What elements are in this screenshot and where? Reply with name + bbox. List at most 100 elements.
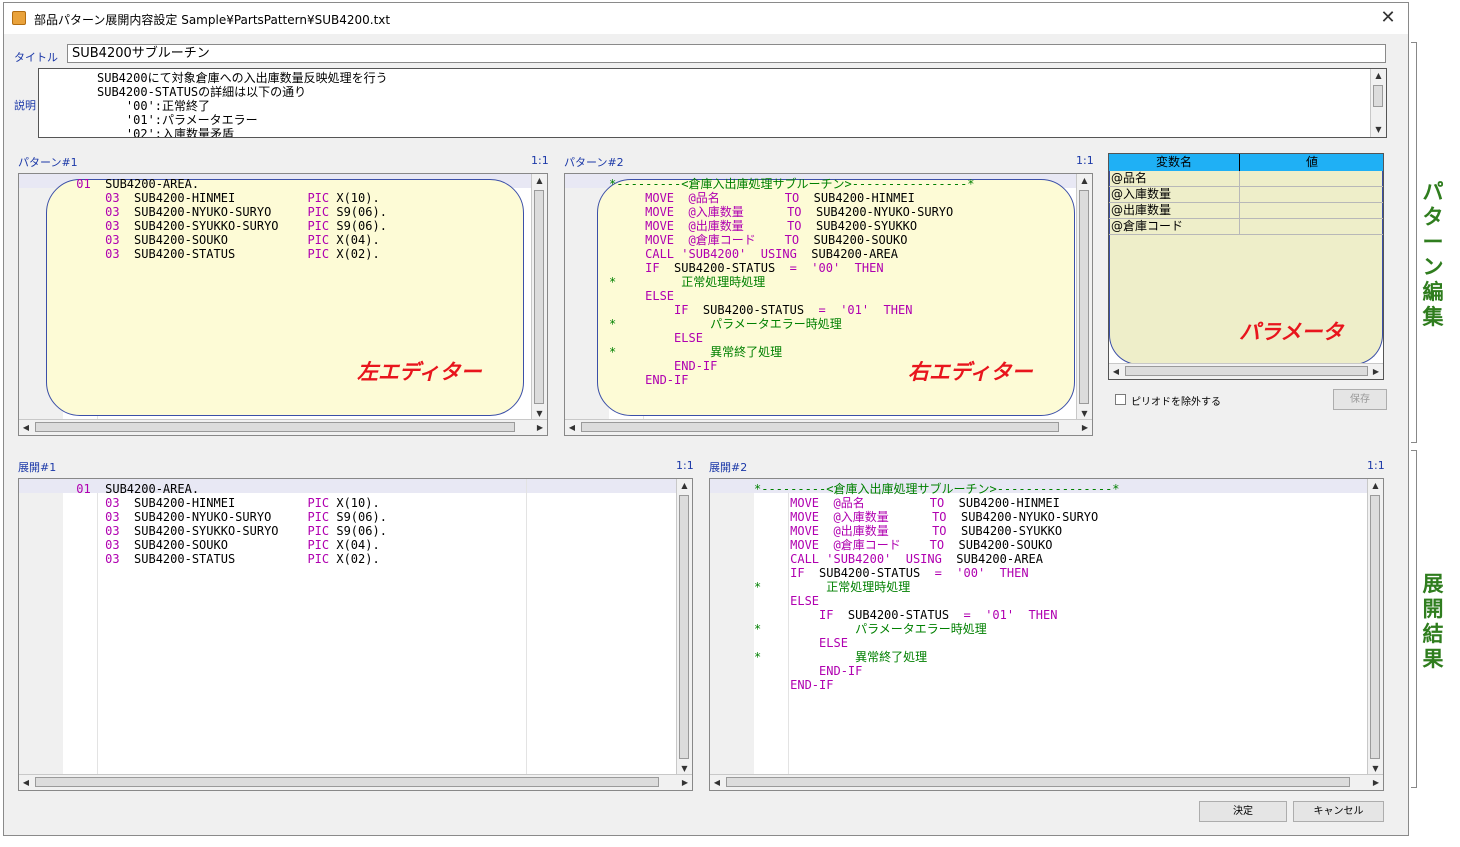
description-text[interactable]: SUB4200にて対象倉庫への入出庫数量反映処理を行う SUB4200-STAT… bbox=[97, 71, 388, 137]
code-line[interactable]: ELSE bbox=[754, 636, 1120, 650]
scroll-thumb[interactable] bbox=[534, 190, 544, 404]
code-line[interactable]: IF SUB4200-STATUS = '01' THEN bbox=[609, 303, 975, 317]
scroll-thumb[interactable] bbox=[1370, 495, 1380, 759]
column-header-value[interactable]: 値 bbox=[1240, 154, 1383, 171]
code-line[interactable]: MOVE @倉庫コード TO SUB4200-SOUKO bbox=[609, 233, 975, 247]
code-line[interactable]: * 正常処理時処理 bbox=[754, 580, 1120, 594]
code-line[interactable]: 03 SUB4200-STATUS PIC X(02). bbox=[69, 552, 387, 566]
code-line[interactable]: CALL 'SUB4200' USING SUB4200-AREA bbox=[754, 552, 1120, 566]
ok-button[interactable]: 決定 bbox=[1199, 801, 1287, 822]
scroll-up-icon[interactable]: ▲ bbox=[1077, 174, 1092, 188]
scroll-right-icon[interactable]: ▶ bbox=[678, 775, 692, 790]
column-header-name[interactable]: 変数名 bbox=[1109, 154, 1240, 171]
expand1-editor[interactable]: 01 SUB4200-AREA. 03 SUB4200-HINMEI PIC X… bbox=[18, 478, 693, 791]
scroll-thumb[interactable] bbox=[35, 422, 515, 432]
code-line[interactable]: 01 SUB4200-AREA. bbox=[69, 177, 387, 191]
code-line[interactable]: 03 SUB4200-SOUKO PIC X(04). bbox=[69, 538, 387, 552]
pattern2-editor[interactable]: *---------<倉庫入出庫処理サブルーチン>---------------… bbox=[564, 173, 1093, 436]
description-textarea[interactable]: SUB4200にて対象倉庫への入出庫数量反映処理を行う SUB4200-STAT… bbox=[38, 68, 1387, 138]
code-line[interactable]: MOVE @入庫数量 TO SUB4200-NYUKO-SURYO bbox=[609, 205, 975, 219]
scroll-right-icon[interactable]: ▶ bbox=[1078, 420, 1092, 435]
scroll-up-icon[interactable]: ▲ bbox=[1368, 479, 1383, 493]
scroll-thumb[interactable] bbox=[1373, 85, 1383, 107]
close-icon[interactable]: ✕ bbox=[1378, 7, 1398, 28]
expand1-vscroll[interactable]: ▲ ▼ bbox=[676, 479, 692, 776]
code-line[interactable]: MOVE @出庫数量 TO SUB4200-SYUKKO bbox=[754, 524, 1120, 538]
expand2-code[interactable]: *---------<倉庫入出庫処理サブルーチン>---------------… bbox=[754, 482, 1120, 692]
pic-format: X(04). bbox=[336, 538, 380, 552]
code-line[interactable]: IF SUB4200-STATUS = '00' THEN bbox=[609, 261, 975, 275]
code-line[interactable]: 03 SUB4200-SYUKKO-SURYO PIC S9(06). bbox=[69, 524, 387, 538]
scroll-down-icon[interactable]: ▼ bbox=[1371, 123, 1386, 137]
code-line[interactable]: MOVE @出庫数量 TO SUB4200-SYUKKO bbox=[609, 219, 975, 233]
scroll-thumb[interactable] bbox=[581, 422, 1059, 432]
description-scrollbar[interactable]: ▲ ▼ bbox=[1370, 69, 1386, 137]
code-line[interactable]: MOVE @倉庫コード TO SUB4200-SOUKO bbox=[754, 538, 1120, 552]
code-line[interactable]: 03 SUB4200-SYUKKO-SURYO PIC S9(06). bbox=[69, 219, 387, 233]
code-line[interactable]: 03 SUB4200-STATUS PIC X(02). bbox=[69, 247, 387, 261]
scroll-right-icon[interactable]: ▶ bbox=[533, 420, 547, 435]
code-line[interactable]: * パラメータエラー時処理 bbox=[754, 622, 1120, 636]
scroll-thumb[interactable] bbox=[679, 495, 689, 759]
exclude-period-checkbox[interactable] bbox=[1115, 394, 1126, 405]
pattern2-vscroll[interactable]: ▲ ▼ bbox=[1076, 174, 1092, 421]
code-line[interactable]: ELSE bbox=[754, 594, 1120, 608]
scroll-thumb[interactable] bbox=[1079, 190, 1089, 404]
scroll-left-icon[interactable]: ◀ bbox=[710, 775, 724, 790]
expand2-editor[interactable]: *---------<倉庫入出庫処理サブルーチン>---------------… bbox=[709, 478, 1384, 791]
parameter-hscroll[interactable]: ◀ ▶ bbox=[1109, 363, 1383, 379]
code-line[interactable]: MOVE @入庫数量 TO SUB4200-NYUKO-SURYO bbox=[754, 510, 1120, 524]
scroll-up-icon[interactable]: ▲ bbox=[1371, 69, 1386, 83]
pattern1-editor[interactable]: 01 SUB4200-AREA. 03 SUB4200-HINMEI PIC X… bbox=[18, 173, 548, 436]
code-line[interactable]: ELSE bbox=[609, 289, 975, 303]
code-line[interactable]: 03 SUB4200-HINMEI PIC X(10). bbox=[69, 191, 387, 205]
scroll-left-icon[interactable]: ◀ bbox=[19, 775, 33, 790]
pattern1-hscroll[interactable]: ◀ ▶ bbox=[19, 419, 547, 435]
title-input[interactable]: SUB4200サブルーチン bbox=[67, 44, 1386, 63]
code-line[interactable]: CALL 'SUB4200' USING SUB4200-AREA bbox=[609, 247, 975, 261]
scroll-right-icon[interactable]: ▶ bbox=[1369, 364, 1383, 379]
code-line[interactable]: IF SUB4200-STATUS = '01' THEN bbox=[754, 608, 1120, 622]
code-line[interactable]: END-IF bbox=[754, 664, 1120, 678]
expand1-hscroll[interactable]: ◀ ▶ bbox=[19, 774, 692, 790]
parameter-table[interactable]: 変数名 値 @品名 @入庫数量 @出庫数量 @倉庫コード パラメータ ◀ ▶ bbox=[1108, 153, 1384, 380]
code-line[interactable]: MOVE @品名 TO SUB4200-HINMEI bbox=[609, 191, 975, 205]
save-button[interactable]: 保存 bbox=[1333, 389, 1387, 410]
pattern1-vscroll[interactable]: ▲ ▼ bbox=[531, 174, 547, 421]
expand1-code[interactable]: 01 SUB4200-AREA. 03 SUB4200-HINMEI PIC X… bbox=[69, 482, 387, 566]
parameter-row[interactable]: @倉庫コード bbox=[1109, 219, 1383, 235]
scroll-left-icon[interactable]: ◀ bbox=[19, 420, 33, 435]
code-line[interactable]: *---------<倉庫入出庫処理サブルーチン>---------------… bbox=[609, 177, 975, 191]
code-line[interactable]: 03 SUB4200-SOUKO PIC X(04). bbox=[69, 233, 387, 247]
code-line[interactable]: END-IF bbox=[754, 678, 1120, 692]
code-line[interactable]: 03 SUB4200-NYUKO-SURYO PIC S9(06). bbox=[69, 205, 387, 219]
scroll-thumb[interactable] bbox=[35, 777, 659, 787]
scroll-right-icon[interactable]: ▶ bbox=[1369, 775, 1383, 790]
scroll-up-icon[interactable]: ▲ bbox=[677, 479, 692, 493]
code-line[interactable]: ELSE bbox=[609, 331, 975, 345]
code-line[interactable]: MOVE @品名 TO SUB4200-HINMEI bbox=[754, 496, 1120, 510]
scroll-left-icon[interactable]: ◀ bbox=[565, 420, 579, 435]
level-number: 03 bbox=[69, 496, 135, 510]
parameter-row[interactable]: @出庫数量 bbox=[1109, 203, 1383, 219]
expand2-vscroll[interactable]: ▲ ▼ bbox=[1367, 479, 1383, 776]
pattern2-hscroll[interactable]: ◀ ▶ bbox=[565, 419, 1092, 435]
scroll-thumb[interactable] bbox=[726, 777, 1350, 787]
parameter-row[interactable]: @入庫数量 bbox=[1109, 187, 1383, 203]
code-line[interactable]: 03 SUB4200-HINMEI PIC X(10). bbox=[69, 496, 387, 510]
parameter-row[interactable]: @品名 bbox=[1109, 171, 1383, 187]
scroll-thumb[interactable] bbox=[1125, 366, 1368, 376]
expand2-hscroll[interactable]: ◀ ▶ bbox=[710, 774, 1383, 790]
cancel-button[interactable]: キャンセル bbox=[1293, 801, 1384, 822]
code-line[interactable]: * 正常処理時処理 bbox=[609, 275, 975, 289]
scroll-left-icon[interactable]: ◀ bbox=[1109, 364, 1123, 379]
code-token: MOVE bbox=[754, 524, 834, 538]
code-line[interactable]: IF SUB4200-STATUS = '00' THEN bbox=[754, 566, 1120, 580]
code-line[interactable]: * パラメータエラー時処理 bbox=[609, 317, 975, 331]
code-line[interactable]: 01 SUB4200-AREA. bbox=[69, 482, 387, 496]
scroll-up-icon[interactable]: ▲ bbox=[532, 174, 547, 188]
pattern1-code[interactable]: 01 SUB4200-AREA. 03 SUB4200-HINMEI PIC X… bbox=[69, 177, 387, 261]
code-line[interactable]: 03 SUB4200-NYUKO-SURYO PIC S9(06). bbox=[69, 510, 387, 524]
code-line[interactable]: * 異常終了処理 bbox=[754, 650, 1120, 664]
code-line[interactable]: *---------<倉庫入出庫処理サブルーチン>---------------… bbox=[754, 482, 1120, 496]
